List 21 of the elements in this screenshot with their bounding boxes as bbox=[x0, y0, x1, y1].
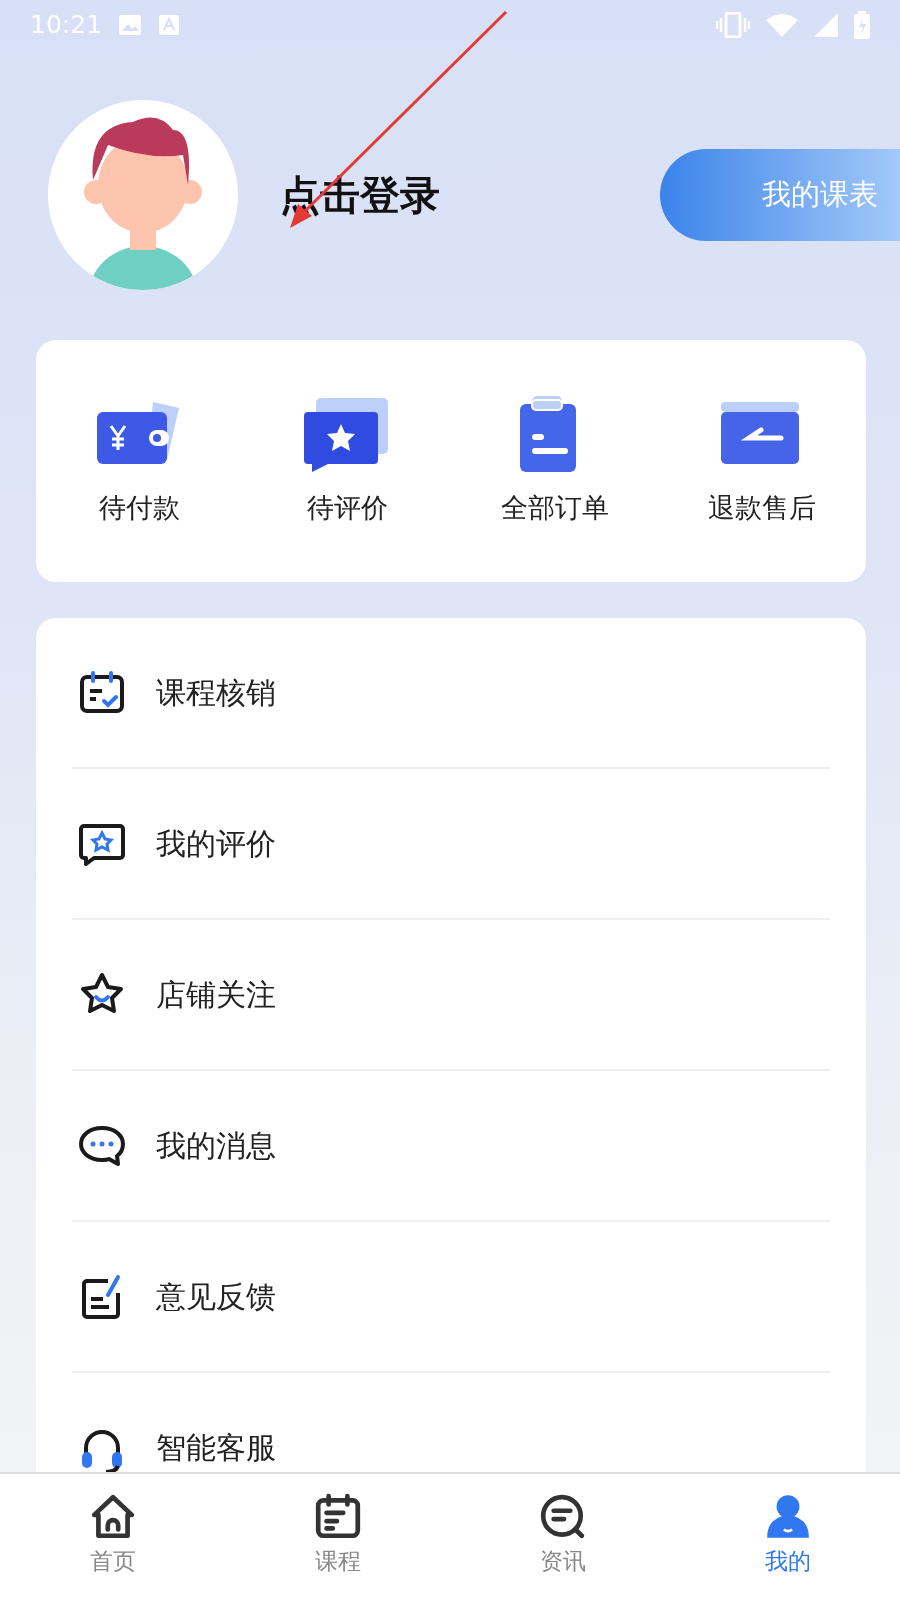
avatar-icon bbox=[48, 100, 238, 290]
menu-item[interactable]: 我的评价 bbox=[156, 821, 276, 866]
order-label[interactable]: 退款售后 bbox=[708, 487, 817, 529]
menu-item[interactable]: 课程核销 bbox=[156, 670, 276, 715]
tab[interactable]: 首页 bbox=[0, 1474, 225, 1600]
font-icon bbox=[158, 14, 181, 36]
order-label[interactable]: 待付款 bbox=[99, 487, 181, 529]
order-label[interactable]: 待评价 bbox=[306, 487, 388, 529]
menu-item[interactable]: 智能客服 bbox=[156, 1425, 276, 1470]
image-icon bbox=[118, 14, 143, 36]
wifi-icon bbox=[766, 13, 798, 37]
order-label[interactable]: 全部订单 bbox=[500, 487, 609, 529]
vibrate-icon bbox=[716, 12, 750, 38]
tab[interactable]: 资讯 bbox=[450, 1474, 675, 1600]
menu-item[interactable]: 我的消息 bbox=[156, 1123, 276, 1168]
menu-item[interactable]: 店铺关注 bbox=[156, 972, 276, 1017]
tab[interactable]: 课程 bbox=[225, 1474, 450, 1600]
menu-item[interactable]: 意见反馈 bbox=[156, 1274, 276, 1319]
tab[interactable]: 我的 bbox=[675, 1474, 900, 1600]
signal-icon bbox=[814, 13, 838, 37]
battery-icon bbox=[854, 11, 870, 39]
